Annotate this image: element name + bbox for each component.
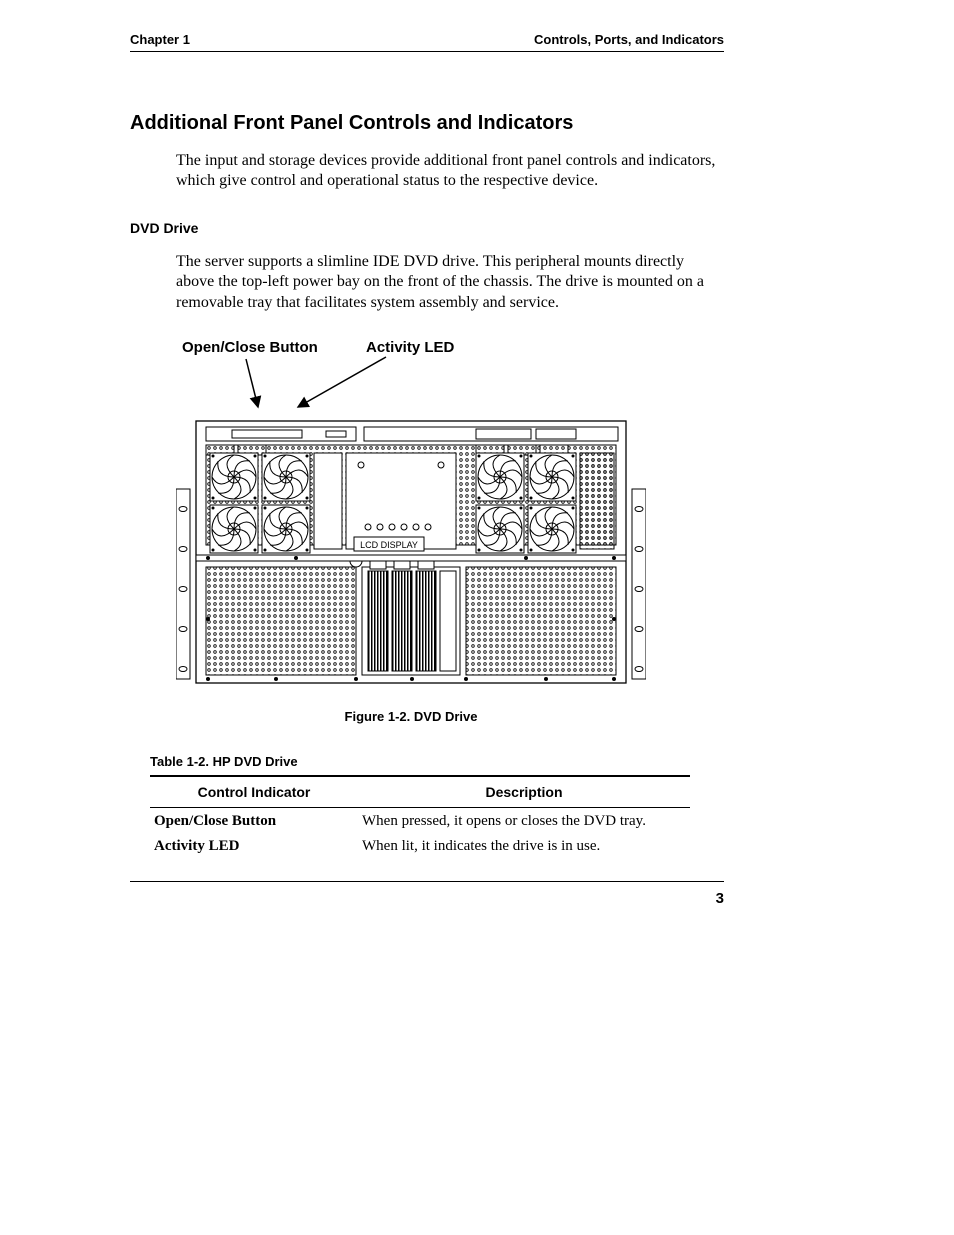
subsection-body: The server supports a slimline IDE DVD d… [176, 252, 724, 313]
subsection-title: DVD Drive [130, 220, 724, 236]
content-column: Chapter 1 Controls, Ports, and Indicator… [130, 32, 724, 858]
figure-callouts: Open/Close Button Activity LED [176, 339, 646, 409]
cell-indicator: Open/Close Button [150, 808, 358, 834]
running-header: Chapter 1 Controls, Ports, and Indicator… [130, 32, 724, 52]
header-right: Controls, Ports, and Indicators [534, 32, 724, 47]
lcd-display-label: LCD DISPLAY [360, 540, 418, 550]
table-header-description: Description [358, 776, 690, 808]
table-row: Activity LED When lit, it indicates the … [150, 833, 690, 858]
chassis-diagram: LCD DISPLAY [176, 409, 646, 689]
figure-dvd-drive: Open/Close Button Activity LED [176, 339, 646, 724]
table-caption: Table 1-2. HP DVD Drive [150, 754, 724, 769]
table-row: Open/Close Button When pressed, it opens… [150, 808, 690, 834]
section-title: Additional Front Panel Controls and Indi… [130, 112, 724, 135]
cell-indicator: Activity LED [150, 833, 358, 858]
cell-description: When lit, it indicates the drive is in u… [358, 833, 690, 858]
cell-description: When pressed, it opens or closes the DVD… [358, 808, 690, 834]
section-intro: The input and storage devices provide ad… [176, 151, 724, 192]
figure-caption: Figure 1-2. DVD Drive [176, 709, 646, 724]
table-header-indicator: Control Indicator [150, 776, 358, 808]
page-footer: 3 [130, 881, 724, 907]
page-number: 3 [716, 890, 724, 907]
callout-lines [176, 339, 646, 409]
dvd-drive-table: Control Indicator Description Open/Close… [150, 775, 690, 858]
page: Chapter 1 Controls, Ports, and Indicator… [0, 0, 954, 1235]
header-left: Chapter 1 [130, 32, 190, 47]
